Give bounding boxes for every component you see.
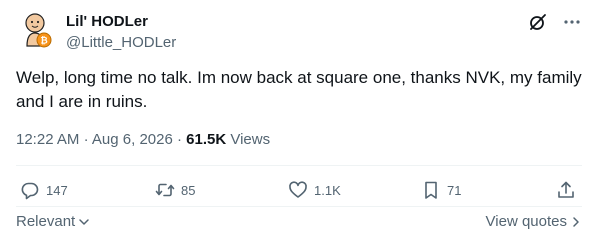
view-quotes-label: View quotes (485, 213, 567, 230)
avatar[interactable]: ₿ (16, 10, 56, 50)
avatar-icon: ₿ (16, 10, 56, 50)
views-label: Views (230, 131, 271, 148)
views-count: 61.5K (186, 131, 227, 148)
heart-icon (289, 181, 307, 198)
chevron-right-icon (573, 217, 579, 227)
tweet-date[interactable]: Aug 6, 2026 (92, 131, 173, 148)
like-button[interactable]: 1.1K (288, 178, 341, 202)
tweet-text: Welp, long time no talk. Im now back at … (16, 68, 582, 111)
sort-dropdown[interactable]: Relevant (16, 210, 90, 234)
share-icon (558, 181, 574, 198)
top-actions (528, 12, 582, 32)
reply-count: 147 (46, 182, 68, 198)
bookmark-icon (425, 181, 437, 199)
view-quotes-link[interactable]: View quotes (486, 210, 582, 234)
reply-icon (21, 182, 39, 200)
svg-text:₿: ₿ (40, 36, 47, 47)
handle[interactable]: @Little_HODLer (66, 33, 176, 53)
share-button[interactable] (556, 178, 576, 202)
action-bar: 147 85 1.1K 71 (16, 178, 582, 202)
repost-count: 85 (181, 182, 196, 198)
repost-button[interactable]: 85 (155, 178, 195, 202)
meta-separator: · (176, 131, 182, 148)
tweet-time[interactable]: 12:22 AM (16, 131, 79, 148)
more-button[interactable] (562, 12, 582, 32)
like-count: 1.1K (314, 182, 341, 198)
bookmark-button[interactable]: 71 (421, 178, 461, 202)
meta-separator: · (83, 131, 89, 148)
divider (16, 165, 582, 166)
divider (16, 206, 582, 207)
bookmark-count: 71 (447, 182, 462, 198)
display-name[interactable]: Lil' HODLer (66, 12, 176, 32)
sort-label: Relevant (16, 213, 76, 230)
repost-icon (155, 183, 175, 197)
replies-footer: Relevant View quotes (16, 210, 582, 234)
reply-button[interactable]: 147 (20, 178, 68, 202)
chevron-down-icon (79, 219, 89, 225)
grok-icon (530, 14, 546, 30)
more-icon (564, 20, 580, 24)
tweet-meta: 12:22 AM · Aug 6, 2026 · 61.5K Views (16, 130, 270, 150)
author-block: Lil' HODLer @Little_HODLer (66, 12, 176, 53)
grok-button[interactable] (528, 12, 548, 32)
tweet-card: ₿ Lil' HODLer @Little_HODLer Welp, long … (0, 0, 598, 243)
